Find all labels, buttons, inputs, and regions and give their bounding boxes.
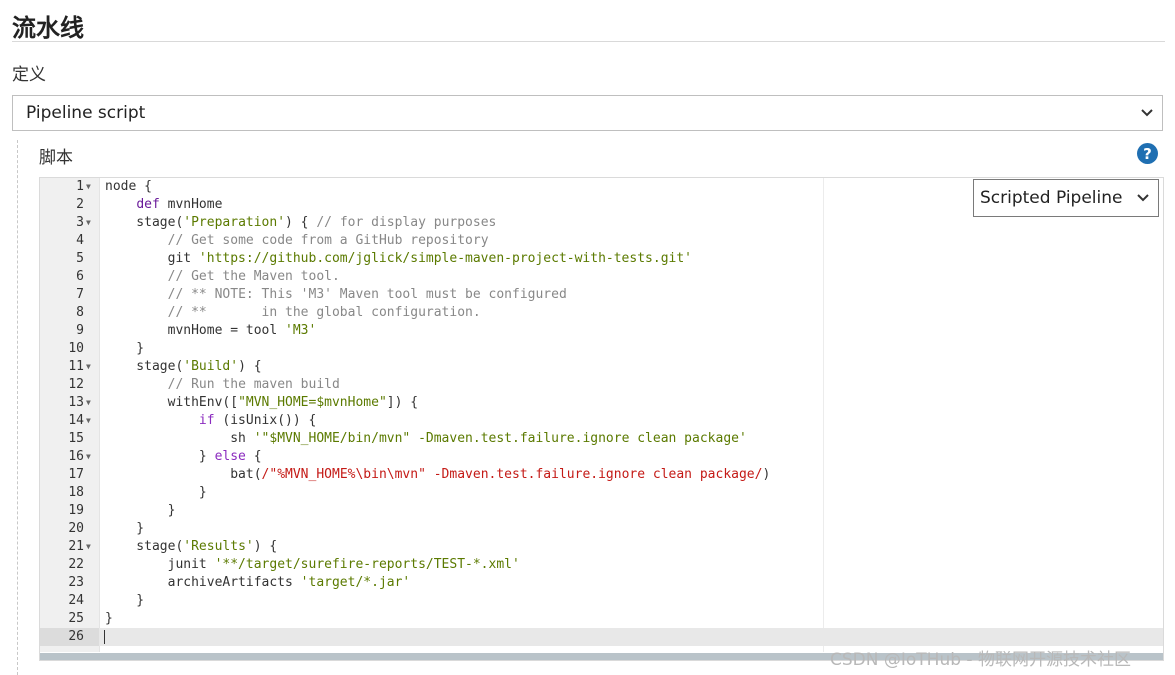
code-text: // ** NOTE: This 'M3' Maven tool must be…: [167, 287, 567, 302]
line-number: 6: [76, 269, 84, 284]
code-line[interactable]: 4 // Get some code from a GitHub reposit…: [76, 232, 1163, 250]
line-number: 11: [68, 359, 84, 374]
watermark: CSDN @IoTHub - 物联网开源技术社区: [830, 650, 1131, 670]
code-text: withEnv(["MVN_HOME=$mvnHome"]) {: [105, 395, 419, 410]
code-line[interactable]: 14 ▼ if (isUnix()) {: [68, 412, 1163, 430]
title-divider: [12, 41, 1165, 42]
code-line[interactable]: 8 // ** in the global configuration.: [76, 304, 1163, 322]
code-line[interactable]: 10 }: [68, 340, 1163, 358]
code-text: def mvnHome: [136, 197, 223, 212]
code-area[interactable]: 1 ▼ node {2 def mvnHome 3 ▼ stage('Preparati…: [40, 178, 1163, 660]
line-number: 22: [68, 557, 84, 572]
code-line[interactable]: 20 }: [68, 520, 1163, 538]
line-number: 3: [76, 215, 84, 230]
code-text: bat(/"%MVN_HOME%\bin\mvn" -Dmaven.test.f…: [105, 467, 771, 482]
line-number: 20: [68, 521, 84, 536]
code-line[interactable]: 9 mvnHome = tool 'M3': [76, 322, 1163, 340]
code-line[interactable]: 25}: [68, 610, 1163, 628]
code-text: sh '"$MVN_HOME/bin/mvn" -Dmaven.test.fai…: [105, 431, 747, 446]
code-text: stage('Build') {: [105, 359, 262, 374]
code-text: }: [105, 503, 176, 518]
fold-toggle-icon[interactable]: ▼: [86, 214, 91, 232]
line-number: 8: [76, 305, 84, 320]
fold-toggle-icon[interactable]: ▼: [86, 394, 91, 412]
line-number: 7: [76, 287, 84, 302]
line-number: 9: [76, 323, 84, 338]
line-number: 5: [76, 251, 84, 266]
code-text: node {: [105, 179, 152, 194]
text-cursor: [104, 630, 105, 644]
line-number: 16: [68, 449, 84, 464]
line-number: 26: [40, 628, 99, 646]
pipeline-type-select[interactable]: Scripted Pipeline: [973, 179, 1159, 217]
code-text: // ** in the global configuration.: [167, 305, 481, 320]
script-editor[interactable]: 1 ▼ node {2 def mvnHome 3 ▼ stage('Preparati…: [39, 177, 1164, 661]
line-number: 25: [68, 611, 84, 626]
line-number: 17: [68, 467, 84, 482]
line-number: 12: [68, 377, 84, 392]
fold-toggle-icon[interactable]: ▼: [86, 178, 91, 196]
code-line[interactable]: 18 }: [68, 484, 1163, 502]
chevron-down-icon: [1141, 109, 1153, 117]
code-text: // Get some code from a GitHub repositor…: [167, 233, 489, 248]
definition-select[interactable]: Pipeline script: [12, 95, 1163, 131]
code-text: if (isUnix()) {: [198, 413, 317, 428]
line-number: 10: [68, 341, 84, 356]
line-number: 1: [76, 179, 84, 194]
code-line[interactable]: 22 junit '**/target/surefire-reports/TES…: [68, 556, 1163, 574]
definition-select-value: Pipeline script: [26, 103, 146, 123]
code-line[interactable]: 11 ▼ stage('Build') {: [68, 358, 1163, 376]
code-text: mvnHome = tool 'M3': [105, 323, 317, 338]
code-text: junit '**/target/surefire-reports/TEST-*…: [105, 557, 520, 572]
help-icon[interactable]: ?: [1137, 143, 1158, 164]
code-line[interactable]: 19 }: [68, 502, 1163, 520]
chevron-down-icon: [1137, 194, 1149, 202]
fold-toggle-icon[interactable]: ▼: [86, 538, 91, 556]
line-number: 24: [68, 593, 84, 608]
code-text: archiveArtifacts 'target/*.jar': [105, 575, 411, 590]
code-text: }: [105, 485, 207, 500]
fold-toggle-icon[interactable]: ▼: [86, 358, 91, 376]
line-number: 2: [76, 197, 84, 212]
code-line[interactable]: 6 // Get the Maven tool.: [76, 268, 1163, 286]
code-text: stage('Preparation') { // for display pu…: [105, 215, 497, 230]
code-text: }: [105, 593, 145, 608]
line-number: 21: [68, 539, 84, 554]
code-lines: 1 ▼ node {2 def mvnHome 3 ▼ stage('Preparati…: [40, 178, 1163, 646]
line-number: 18: [68, 485, 84, 500]
code-line[interactable]: 13 ▼ withEnv(["MVN_HOME=$mvnHome"]) {: [68, 394, 1163, 412]
nested-section-guide: [17, 140, 18, 675]
line-number: 14: [68, 413, 84, 428]
code-text: }: [105, 611, 113, 626]
code-text: // Run the maven build: [167, 377, 340, 392]
code-line[interactable]: 12 // Run the maven build: [68, 376, 1163, 394]
section-title: 流水线: [12, 14, 84, 42]
line-number: 13: [68, 395, 84, 410]
fold-toggle-icon[interactable]: ▼: [86, 448, 91, 466]
code-text: stage('Results') {: [105, 539, 278, 554]
code-line[interactable]: 15 sh '"$MVN_HOME/bin/mvn" -Dmaven.test.…: [68, 430, 1163, 448]
code-line[interactable]: 24 }: [68, 592, 1163, 610]
code-line[interactable]: 21 ▼ stage('Results') {: [68, 538, 1163, 556]
code-line[interactable]: 26: [40, 628, 1163, 646]
line-number: 15: [68, 431, 84, 446]
code-line[interactable]: 5 git 'https://github.com/jglick/simple-…: [76, 250, 1163, 268]
code-text: }: [105, 521, 145, 536]
code-text: }: [105, 341, 145, 356]
code-line[interactable]: 23 archiveArtifacts 'target/*.jar': [68, 574, 1163, 592]
code-text: // Get the Maven tool.: [167, 269, 340, 284]
code-text: git 'https://github.com/jglick/simple-ma…: [105, 251, 693, 266]
line-number: 19: [68, 503, 84, 518]
line-number: 23: [68, 575, 84, 590]
line-number: 4: [76, 233, 84, 248]
fold-toggle-icon[interactable]: ▼: [86, 412, 91, 430]
script-label: 脚本: [39, 148, 73, 168]
code-line[interactable]: 16 ▼ } else {: [68, 448, 1163, 466]
code-text: } else {: [105, 449, 262, 464]
code-line[interactable]: 7 // ** NOTE: This 'M3' Maven tool must …: [76, 286, 1163, 304]
code-line[interactable]: 17 bat(/"%MVN_HOME%\bin\mvn" -Dmaven.tes…: [68, 466, 1163, 484]
definition-label: 定义: [12, 65, 46, 85]
pipeline-type-value: Scripted Pipeline: [980, 188, 1123, 208]
